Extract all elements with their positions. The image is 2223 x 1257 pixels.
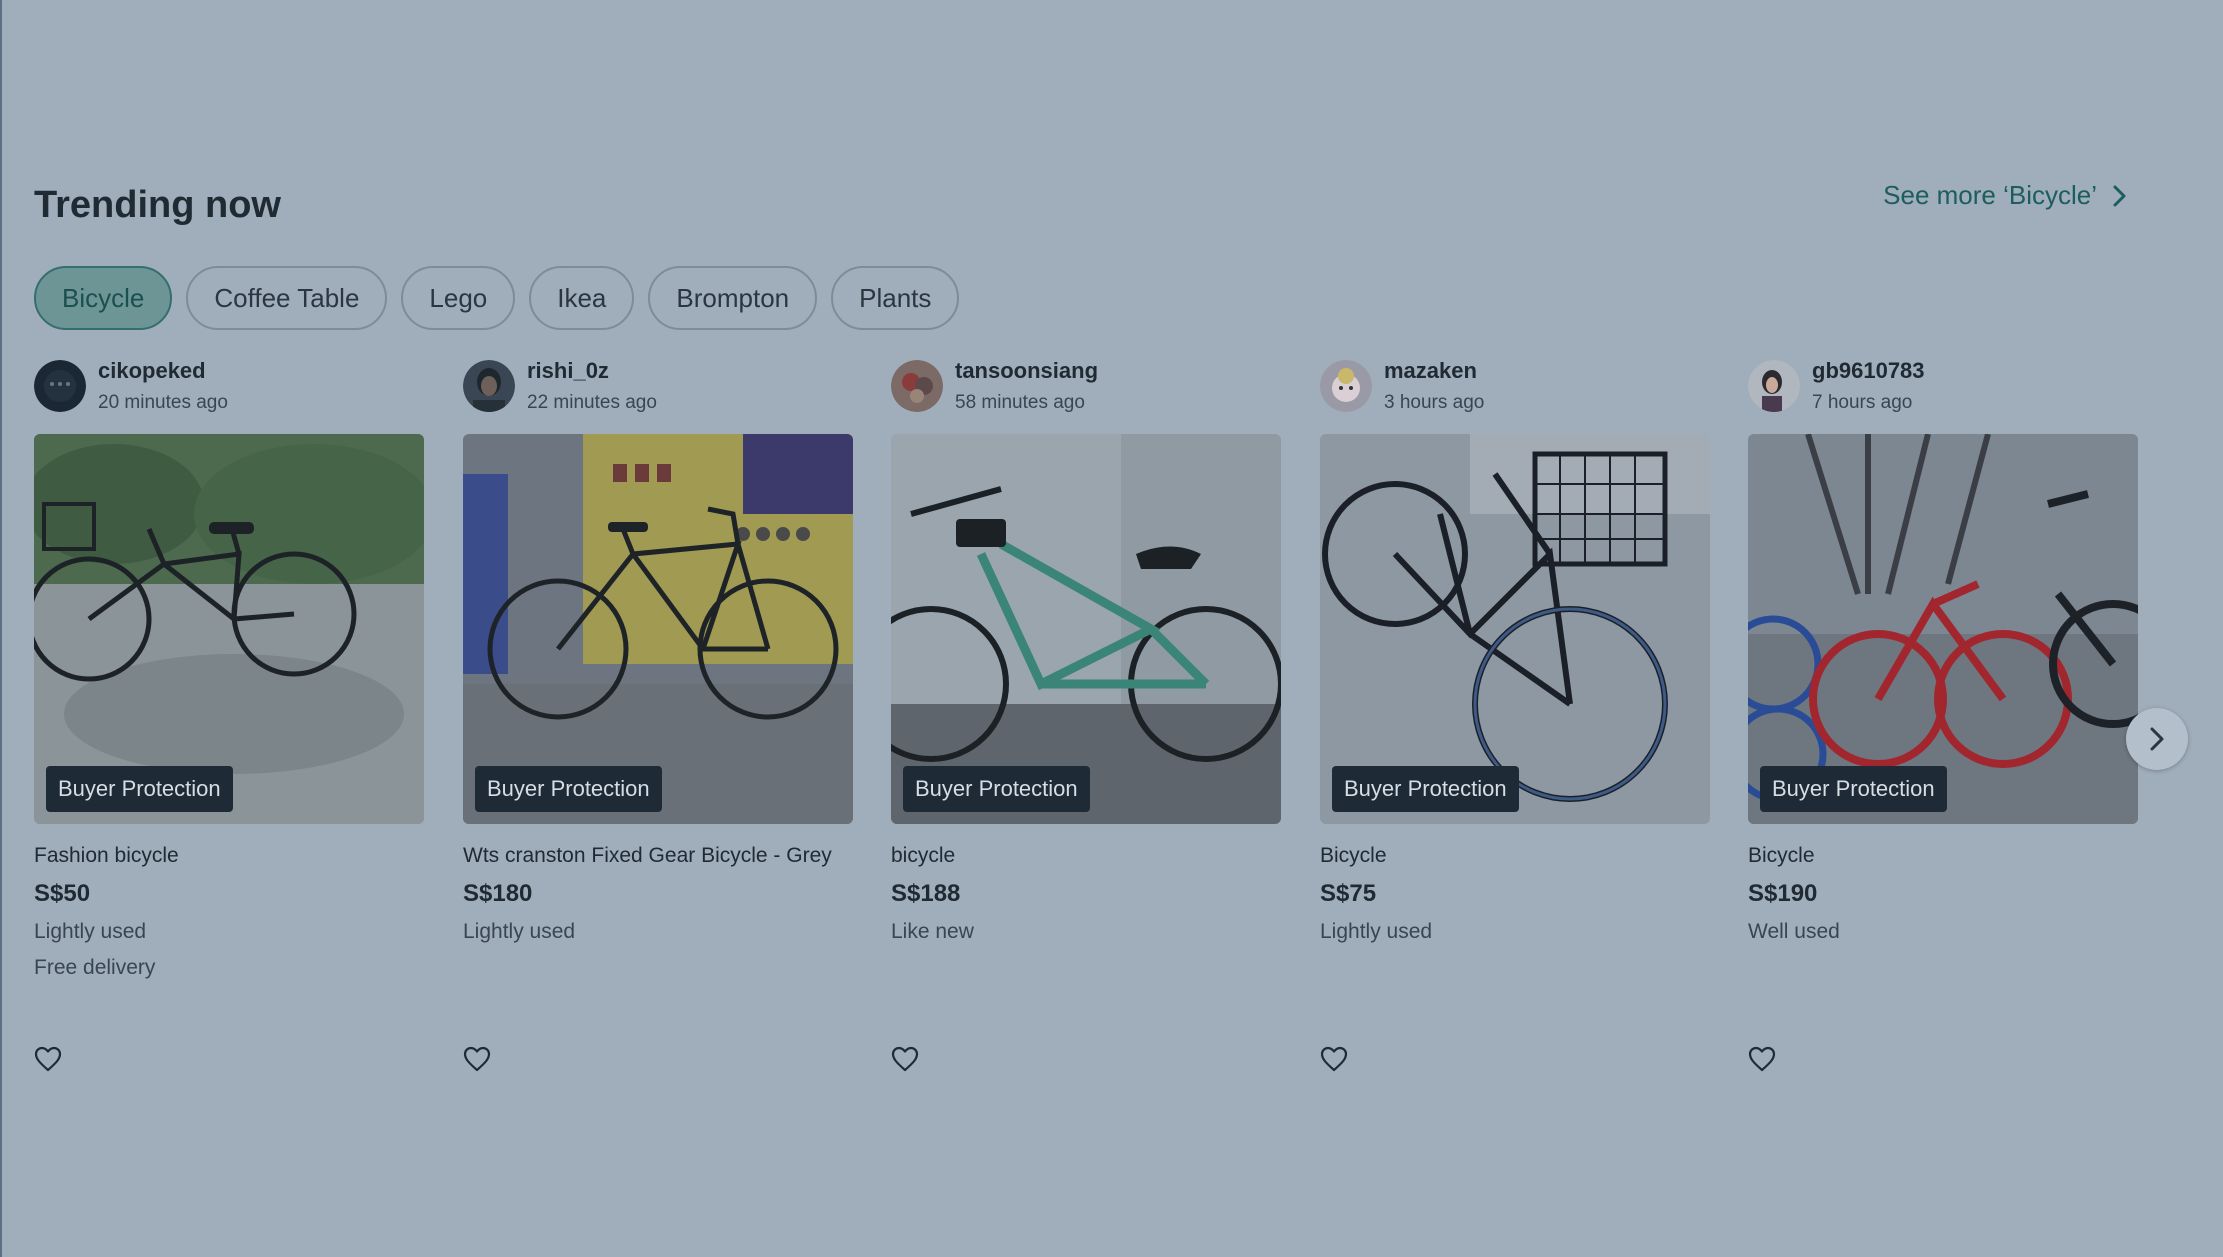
- section-title: Trending now: [34, 184, 281, 226]
- avatar[interactable]: [34, 360, 86, 412]
- listing-condition: Lightly used: [463, 920, 576, 943]
- left-border: [0, 0, 2, 1257]
- listing-photo[interactable]: Buyer Protection: [34, 434, 424, 824]
- chevron-right-icon: [2113, 185, 2126, 206]
- seller-name[interactable]: gb9610783: [1812, 358, 1925, 384]
- chevron-right-icon: [2150, 727, 2164, 751]
- listing-photo[interactable]: Buyer Protection: [463, 434, 853, 824]
- listing-card[interactable]: mazaken 3 hours ago Buyer Protection Bic…: [1320, 358, 1710, 1072]
- listing-title[interactable]: Wts cranston Fixed Gear Bicycle - Grey: [463, 844, 853, 868]
- listing-price: S$50: [34, 880, 91, 907]
- heart-outline-icon: [1320, 1046, 1348, 1072]
- heart-outline-icon: [463, 1046, 491, 1072]
- see-more-link[interactable]: See more ‘Bicycle’: [1883, 180, 2129, 211]
- chip-brompton[interactable]: Brompton: [648, 266, 818, 330]
- avatar[interactable]: [463, 360, 515, 412]
- like-button[interactable]: [463, 1046, 491, 1072]
- chip-ikea[interactable]: Ikea: [529, 266, 635, 330]
- listing-card[interactable]: gb9610783 7 hours ago Buyer Protection B…: [1748, 358, 2138, 1072]
- like-button[interactable]: [1748, 1046, 1776, 1072]
- chip-lego[interactable]: Lego: [401, 266, 516, 330]
- listing-price: S$190: [1748, 880, 1818, 907]
- buyer-protection-badge: Buyer Protection: [1760, 766, 1947, 812]
- seller-name[interactable]: tansoonsiang: [955, 358, 1098, 384]
- section-header: Trending now See more ‘Bicycle’: [34, 180, 2144, 250]
- like-button[interactable]: [891, 1046, 919, 1072]
- seller-info[interactable]: mazaken 3 hours ago: [1320, 358, 1710, 430]
- like-button[interactable]: [34, 1046, 62, 1072]
- listing-photo[interactable]: Buyer Protection: [1320, 434, 1710, 824]
- chip-coffee-table[interactable]: Coffee Table: [186, 266, 388, 330]
- seller-info[interactable]: rishi_0z 22 minutes ago: [463, 358, 853, 430]
- listing-condition: Well used: [1748, 920, 1840, 943]
- avatar[interactable]: [1320, 360, 1372, 412]
- seller-info[interactable]: gb9610783 7 hours ago: [1748, 358, 2138, 430]
- seller-name[interactable]: rishi_0z: [527, 358, 657, 384]
- seller-name[interactable]: cikopeked: [98, 358, 228, 384]
- heart-outline-icon: [34, 1046, 62, 1072]
- buyer-protection-badge: Buyer Protection: [903, 766, 1090, 812]
- seller-info[interactable]: cikopeked 20 minutes ago: [34, 358, 424, 430]
- buyer-protection-badge: Buyer Protection: [46, 766, 233, 812]
- listing-price: S$75: [1320, 880, 1377, 907]
- avatar[interactable]: [1748, 360, 1800, 412]
- chip-bicycle[interactable]: Bicycle: [34, 266, 173, 330]
- carousel-next-button[interactable]: [2126, 708, 2188, 770]
- listing-title[interactable]: Bicycle: [1748, 844, 2138, 868]
- category-chips: Bicycle Coffee Table Lego Ikea Brompton …: [34, 266, 960, 330]
- listing-condition: Like new: [891, 920, 974, 943]
- avatar[interactable]: [891, 360, 943, 412]
- listing-time: 7 hours ago: [1812, 392, 1913, 413]
- chip-plants[interactable]: Plants: [831, 266, 960, 330]
- listing-photo[interactable]: Buyer Protection: [891, 434, 1281, 824]
- heart-outline-icon: [891, 1046, 919, 1072]
- listing-condition: Lightly used: [1320, 920, 1433, 943]
- see-more-label: See more ‘Bicycle’: [1883, 180, 2097, 210]
- page: Trending now See more ‘Bicycle’ Bicycle …: [0, 0, 2223, 1257]
- seller-name[interactable]: mazaken: [1384, 358, 1484, 384]
- listing-time: 58 minutes ago: [955, 392, 1085, 413]
- listing-title[interactable]: Bicycle: [1320, 844, 1710, 868]
- like-button[interactable]: [1320, 1046, 1348, 1072]
- listing-condition: Lightly used: [34, 920, 147, 943]
- heart-outline-icon: [1748, 1046, 1776, 1072]
- listing-title[interactable]: Fashion bicycle: [34, 844, 424, 868]
- buyer-protection-badge: Buyer Protection: [475, 766, 662, 812]
- listing-delivery: Free delivery: [34, 956, 156, 979]
- listing-title[interactable]: bicycle: [891, 844, 1281, 868]
- listing-time: 3 hours ago: [1384, 392, 1485, 413]
- trending-section: Trending now See more ‘Bicycle’ Bicycle …: [34, 180, 2144, 1072]
- listing-price: S$188: [891, 880, 961, 907]
- listing-price: S$180: [463, 880, 533, 907]
- listing-photo[interactable]: Buyer Protection: [1748, 434, 2138, 824]
- listing-card[interactable]: cikopeked 20 minutes ago Buyer Protectio…: [34, 358, 424, 1072]
- seller-info[interactable]: tansoonsiang 58 minutes ago: [891, 358, 1281, 430]
- listing-card[interactable]: tansoonsiang 58 minutes ago Buyer Protec…: [891, 358, 1281, 1072]
- listing-time: 22 minutes ago: [527, 392, 657, 413]
- listing-card[interactable]: rishi_0z 22 minutes ago Buyer Protection…: [463, 358, 853, 1072]
- buyer-protection-badge: Buyer Protection: [1332, 766, 1519, 812]
- listing-time: 20 minutes ago: [98, 392, 228, 413]
